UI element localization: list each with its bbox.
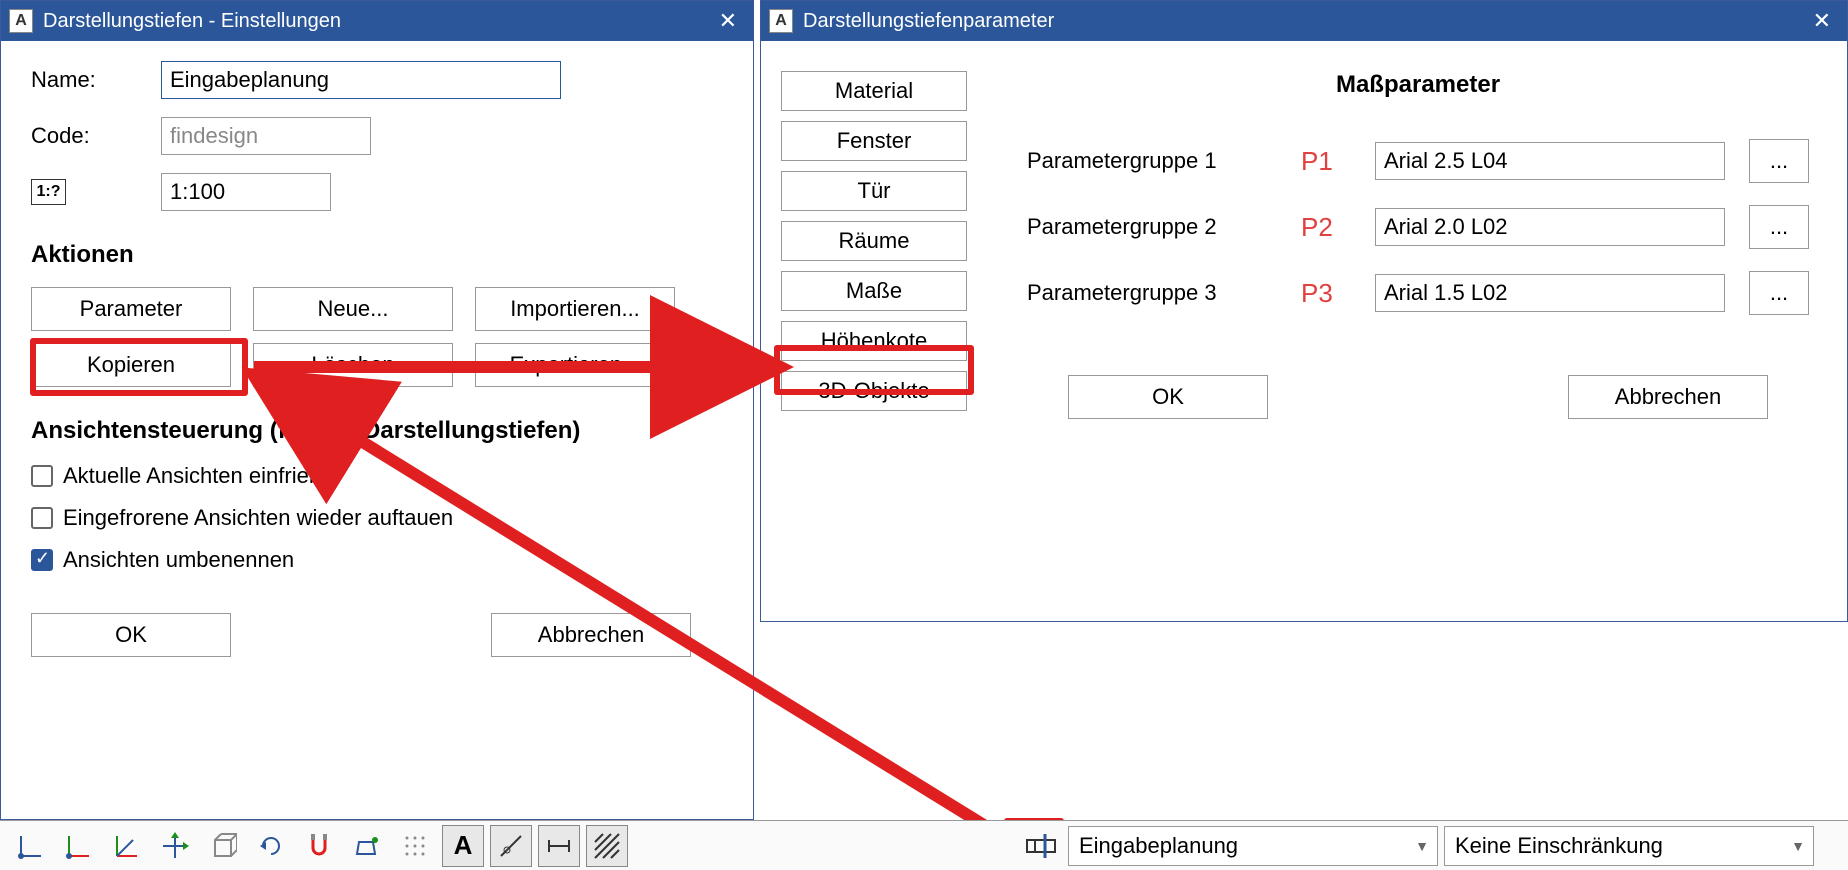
app-icon: A xyxy=(769,9,793,33)
param-browse-button[interactable]: ... xyxy=(1749,205,1809,249)
rename-label: Ansichten umbenennen xyxy=(63,547,294,573)
hatch-icon[interactable] xyxy=(586,825,628,867)
scale-icon: 1:? xyxy=(31,179,66,205)
name-label: Name: xyxy=(31,67,161,93)
freeze-checkbox[interactable] xyxy=(31,465,53,487)
title-left: Darstellungstiefen - Einstellungen xyxy=(43,10,341,33)
code-label: Code: xyxy=(31,123,161,149)
grid-dots-icon[interactable] xyxy=(394,825,436,867)
actions-heading: Aktionen xyxy=(31,241,723,269)
param-value-field[interactable] xyxy=(1375,274,1725,312)
name-field[interactable] xyxy=(161,61,561,99)
depth-settings-icon[interactable] xyxy=(1020,825,1062,867)
param-id: P1 xyxy=(1301,146,1351,177)
close-icon[interactable]: ✕ xyxy=(711,8,745,34)
material-button[interactable]: Material xyxy=(781,71,967,111)
param-panel-title: Maßparameter xyxy=(1027,71,1809,99)
param-value-field[interactable] xyxy=(1375,208,1725,246)
restriction-dropdown[interactable]: Keine Einschränkung ▼ xyxy=(1444,826,1814,866)
scale-field[interactable] xyxy=(161,173,331,211)
close-icon[interactable]: ✕ xyxy=(1805,8,1839,34)
dialog-display-depth-parameters: A Darstellungstiefenparameter ✕ Material… xyxy=(760,0,1848,622)
axis-origin-icon[interactable] xyxy=(10,825,52,867)
copy-button[interactable]: Kopieren xyxy=(31,343,231,387)
export-button[interactable]: Exportieren... xyxy=(475,343,675,387)
thaw-label: Eingefrorene Ansichten wieder auftauen xyxy=(63,505,453,531)
parameter-button[interactable]: Parameter xyxy=(31,287,231,331)
masse-button[interactable]: Maße xyxy=(781,271,967,311)
raeume-button[interactable]: Räume xyxy=(781,221,967,261)
viewcontrol-heading: Ansichtensteuerung (für alle Darstellung… xyxy=(31,417,723,445)
obj3d-button[interactable]: 3D-Objekte xyxy=(781,371,967,411)
param-id: P2 xyxy=(1301,212,1351,243)
param-label: Parametergruppe 1 xyxy=(1027,148,1277,174)
bucket-icon[interactable] xyxy=(346,825,388,867)
dimension-horiz-icon[interactable] xyxy=(538,825,580,867)
param-row: Parametergruppe 3 P3... xyxy=(1027,271,1809,315)
ok-button-right[interactable]: OK xyxy=(1068,375,1268,419)
titlebar-right[interactable]: A Darstellungstiefenparameter ✕ xyxy=(761,1,1847,41)
titlebar-left[interactable]: A Darstellungstiefen - Einstellungen ✕ xyxy=(1,1,753,41)
param-id: P3 xyxy=(1301,278,1351,309)
depth-dropdown-value: Eingabeplanung xyxy=(1079,833,1238,859)
dialog-display-depths-settings: A Darstellungstiefen - Einstellungen ✕ N… xyxy=(0,0,754,820)
tuer-button[interactable]: Tür xyxy=(781,171,967,211)
param-value-field[interactable] xyxy=(1375,142,1725,180)
delete-button[interactable]: Löschen xyxy=(253,343,453,387)
param-row: Parametergruppe 1 P1... xyxy=(1027,139,1809,183)
toolbar: A Eingabeplanung ▼ Keine Einschränkung ▼ xyxy=(0,820,1848,870)
axis-arrows-icon[interactable] xyxy=(58,825,100,867)
new-button[interactable]: Neue... xyxy=(253,287,453,331)
param-row: Parametergruppe 2 P2... xyxy=(1027,205,1809,249)
param-browse-button[interactable]: ... xyxy=(1749,139,1809,183)
restriction-dropdown-value: Keine Einschränkung xyxy=(1455,833,1663,859)
param-browse-button[interactable]: ... xyxy=(1749,271,1809,315)
rotate-icon[interactable] xyxy=(250,825,292,867)
title-right: Darstellungstiefenparameter xyxy=(803,10,1054,33)
rename-checkbox[interactable] xyxy=(31,549,53,571)
code-field[interactable] xyxy=(161,117,371,155)
param-label: Parametergruppe 2 xyxy=(1027,214,1277,240)
hoehenkote-button[interactable]: Höhenkote xyxy=(781,321,967,361)
ok-button-left[interactable]: OK xyxy=(31,613,231,657)
grid3d-icon[interactable] xyxy=(106,825,148,867)
cube-icon[interactable] xyxy=(202,825,244,867)
magnet-icon[interactable] xyxy=(298,825,340,867)
text-a-icon[interactable]: A xyxy=(442,825,484,867)
cancel-button-right[interactable]: Abbrechen xyxy=(1568,375,1768,419)
line-diag-icon[interactable] xyxy=(490,825,532,867)
chevron-down-icon: ▼ xyxy=(1415,838,1429,854)
app-icon: A xyxy=(9,9,33,33)
move-axis-icon[interactable] xyxy=(154,825,196,867)
freeze-label: Aktuelle Ansichten einfrieren xyxy=(63,463,341,489)
chevron-down-icon: ▼ xyxy=(1791,838,1805,854)
param-label: Parametergruppe 3 xyxy=(1027,280,1277,306)
cancel-button-left[interactable]: Abbrechen xyxy=(491,613,691,657)
fenster-button[interactable]: Fenster xyxy=(781,121,967,161)
import-button[interactable]: Importieren... xyxy=(475,287,675,331)
depth-dropdown[interactable]: Eingabeplanung ▼ xyxy=(1068,826,1438,866)
thaw-checkbox[interactable] xyxy=(31,507,53,529)
